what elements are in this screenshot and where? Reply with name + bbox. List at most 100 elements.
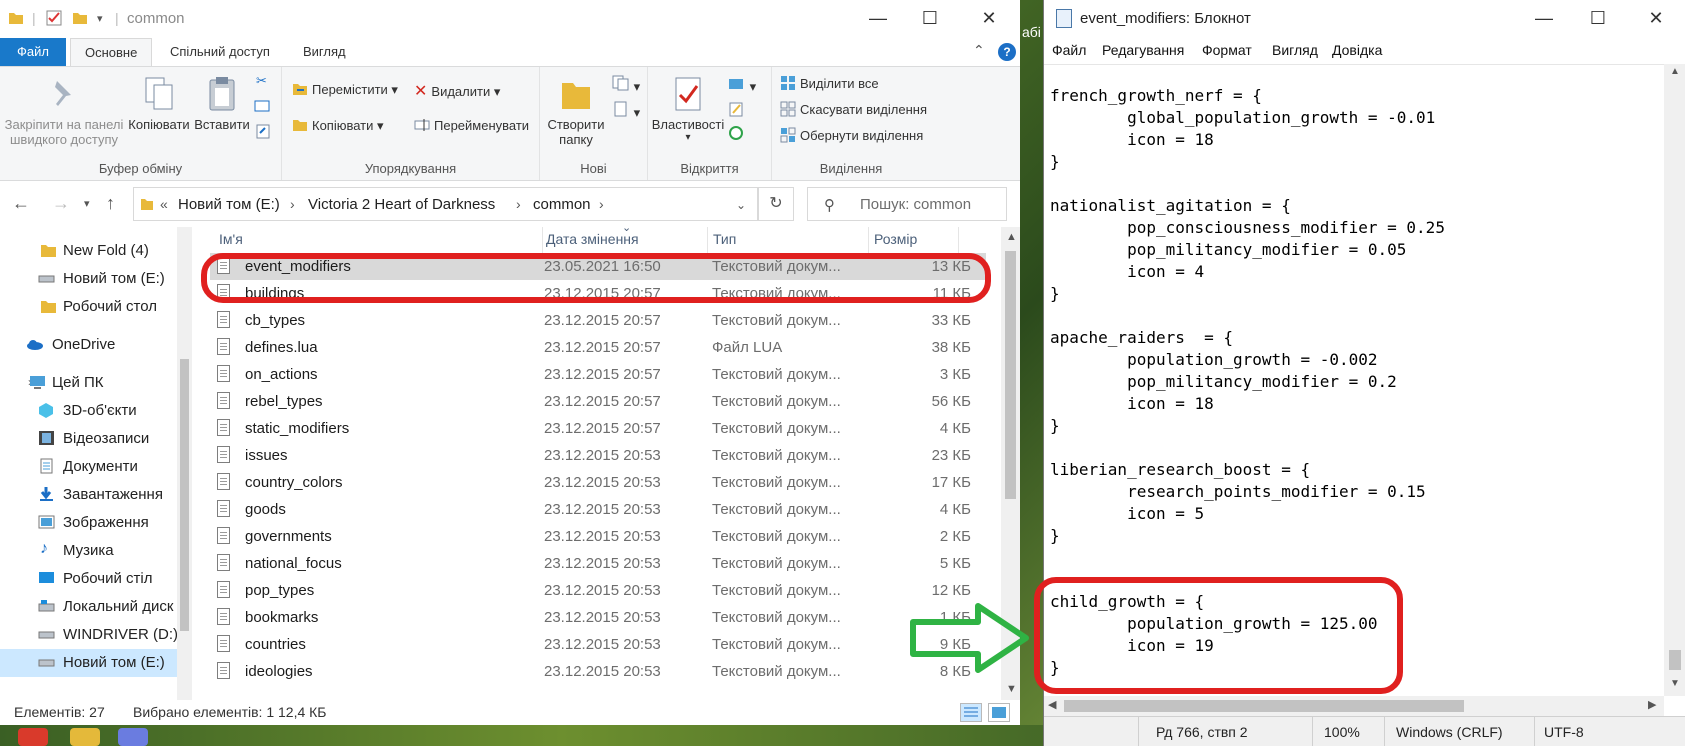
- new-folder-button[interactable]: Створити папку: [542, 75, 610, 147]
- nav-item-onedrive[interactable]: OneDrive: [0, 331, 178, 359]
- copy-button[interactable]: Копіювати: [126, 75, 192, 132]
- table-row[interactable]: pop_types 23.12.2015 20:53 Текстовий док…: [210, 577, 986, 604]
- breadcrumb-game[interactable]: Victoria 2 Heart of Darkness: [308, 196, 495, 213]
- nav-item-desktop-folder[interactable]: Робочий стол: [0, 293, 178, 321]
- large-icons-view-button[interactable]: [988, 703, 1010, 722]
- address-box[interactable]: « Новий том (E:) › Victoria 2 Heart of D…: [133, 187, 758, 221]
- nav-item-windriver[interactable]: WINDRIVER (D:): [0, 621, 178, 649]
- invert-selection-button[interactable]: Обернути виділення: [780, 127, 923, 143]
- notepad-vertical-scrollbar[interactable]: ▲ ▼: [1664, 64, 1685, 696]
- copy-path-icon[interactable]: [254, 99, 270, 116]
- column-header-type[interactable]: Тип: [713, 231, 736, 247]
- rename-button[interactable]: Перейменувати: [414, 117, 529, 133]
- pin-quick-access-button[interactable]: Закріпити на панелі швидкого доступу: [4, 75, 124, 147]
- nav-item-this-pc[interactable]: Цей ПК: [0, 369, 178, 397]
- properties-button[interactable]: Властивості ▾: [650, 75, 726, 143]
- menu-format[interactable]: Формат: [1202, 42, 1252, 58]
- table-row[interactable]: cb_types 23.12.2015 20:57 Текстовий доку…: [210, 307, 986, 334]
- select-all-button[interactable]: Виділити все: [780, 75, 879, 91]
- breadcrumb-common[interactable]: common: [533, 196, 591, 213]
- overflow-chevron[interactable]: «: [160, 196, 168, 212]
- notepad-hscroll-thumb[interactable]: [1064, 700, 1464, 712]
- tab-view[interactable]: Вигляд: [289, 38, 360, 66]
- nav-item-3d-objects[interactable]: 3D-об'єкти: [0, 397, 178, 425]
- scroll-down-icon[interactable]: ▼: [1006, 683, 1017, 695]
- column-header-date[interactable]: Дата змінення: [546, 231, 639, 247]
- menu-edit[interactable]: Редагування: [1102, 42, 1184, 58]
- delete-button[interactable]: ✕ Видалити ▾: [414, 81, 500, 101]
- app-icon[interactable]: [70, 728, 100, 746]
- nav-scrollbar[interactable]: [177, 227, 192, 700]
- table-row[interactable]: countries 23.12.2015 20:53 Текстовий док…: [210, 631, 986, 658]
- select-none-button[interactable]: Скасувати виділення: [780, 101, 927, 117]
- chrome-icon[interactable]: [18, 728, 48, 746]
- refresh-button[interactable]: ↻: [758, 187, 794, 221]
- menu-help[interactable]: Довідка: [1332, 42, 1382, 58]
- nav-item-music[interactable]: ♪ Музика: [0, 537, 178, 565]
- history-icon[interactable]: [728, 125, 744, 144]
- table-row[interactable]: issues 23.12.2015 20:53 Текстовий докум.…: [210, 442, 986, 469]
- table-row[interactable]: ideologies 23.12.2015 20:53 Текстовий до…: [210, 658, 986, 685]
- move-to-button[interactable]: Перемістити ▾: [292, 81, 398, 98]
- notepad-minimize-button[interactable]: —: [1530, 8, 1558, 29]
- discord-icon[interactable]: [118, 728, 148, 746]
- back-arrow-icon[interactable]: ←: [12, 193, 30, 214]
- properties-quick-icon[interactable]: [46, 10, 62, 29]
- paste-button[interactable]: Вставити: [194, 75, 250, 132]
- new-item-icon[interactable]: ▾: [612, 75, 640, 95]
- notepad-horizontal-scrollbar[interactable]: ◀ ▶: [1044, 696, 1664, 716]
- scroll-left-icon[interactable]: ◀: [1048, 698, 1056, 711]
- nav-item-pictures[interactable]: Зображення: [0, 509, 178, 537]
- nav-item-downloads[interactable]: Завантаження: [0, 481, 178, 509]
- address-dropdown-icon[interactable]: ⌄: [736, 198, 746, 212]
- scroll-right-icon[interactable]: ▶: [1648, 698, 1656, 711]
- nav-item-desktop[interactable]: Робочий стіл: [0, 565, 178, 593]
- file-list-scrollbar-thumb[interactable]: [1005, 251, 1016, 499]
- close-button[interactable]: ✕: [975, 8, 1003, 29]
- nav-item-documents[interactable]: Документи: [0, 453, 178, 481]
- column-header-name[interactable]: Ім'я: [219, 231, 243, 247]
- nav-scrollbar-thumb[interactable]: [180, 359, 189, 631]
- table-row[interactable]: national_focus 23.12.2015 20:53 Текстови…: [210, 550, 986, 577]
- table-row[interactable]: goods 23.12.2015 20:53 Текстовий докум..…: [210, 496, 986, 523]
- table-row[interactable]: governments 23.12.2015 20:53 Текстовий д…: [210, 523, 986, 550]
- table-row[interactable]: bookmarks 23.12.2015 20:53 Текстовий док…: [210, 604, 986, 631]
- table-row[interactable]: rebel_types 23.12.2015 20:57 Текстовий д…: [210, 388, 986, 415]
- nav-item-new-fold[interactable]: New Fold (4): [0, 237, 178, 265]
- scroll-down-icon[interactable]: ▼: [1670, 678, 1680, 689]
- copy-to-button[interactable]: Копіювати ▾: [292, 117, 384, 134]
- scroll-up-icon[interactable]: ▲: [1006, 231, 1017, 243]
- menu-file[interactable]: Файл: [1052, 42, 1086, 58]
- tab-home[interactable]: Основне: [70, 38, 153, 66]
- table-row[interactable]: static_modifiers 23.12.2015 20:57 Тексто…: [210, 415, 986, 442]
- tab-share[interactable]: Спільний доступ: [156, 38, 284, 66]
- nav-item-videos[interactable]: Відеозаписи: [0, 425, 178, 453]
- table-row[interactable]: defines.lua 23.12.2015 20:57 Файл LUA 38…: [210, 334, 986, 361]
- cut-icon[interactable]: ✂: [256, 73, 267, 89]
- customize-quick-access-icon[interactable]: ▾: [97, 12, 103, 25]
- search-input[interactable]: ⚲ Пошук: common: [807, 187, 1007, 221]
- edit-icon[interactable]: [728, 101, 744, 120]
- recent-locations-icon[interactable]: ▾: [84, 197, 90, 210]
- scroll-up-icon[interactable]: ▲: [1670, 66, 1680, 77]
- tab-file[interactable]: Файл: [0, 38, 66, 66]
- minimize-button[interactable]: —: [864, 8, 892, 29]
- paste-shortcut-icon[interactable]: [256, 123, 270, 142]
- help-icon[interactable]: ?: [998, 43, 1016, 61]
- breadcrumb-drive[interactable]: Новий том (E:): [178, 196, 280, 213]
- notepad-close-button[interactable]: ✕: [1642, 8, 1670, 29]
- table-row[interactable]: on_actions 23.12.2015 20:57 Текстовий до…: [210, 361, 986, 388]
- notepad-maximize-button[interactable]: ☐: [1584, 8, 1612, 29]
- forward-arrow-icon[interactable]: →: [52, 193, 70, 214]
- open-icon[interactable]: ▾: [728, 75, 756, 95]
- column-header-size[interactable]: Розмір: [874, 231, 917, 247]
- details-view-button[interactable]: [960, 703, 982, 722]
- notepad-vscroll-thumb[interactable]: [1669, 650, 1681, 670]
- table-row[interactable]: country_colors 23.12.2015 20:53 Текстови…: [210, 469, 986, 496]
- maximize-button[interactable]: ☐: [916, 8, 944, 29]
- nav-item-drive-e-selected[interactable]: Новий том (E:): [0, 649, 178, 677]
- up-arrow-icon[interactable]: ↑: [106, 193, 115, 214]
- easy-access-icon[interactable]: ▾: [612, 101, 640, 121]
- nav-item-local-disk[interactable]: Локальний диск: [0, 593, 178, 621]
- nav-item-drive-e[interactable]: Новий том (E:): [0, 265, 178, 293]
